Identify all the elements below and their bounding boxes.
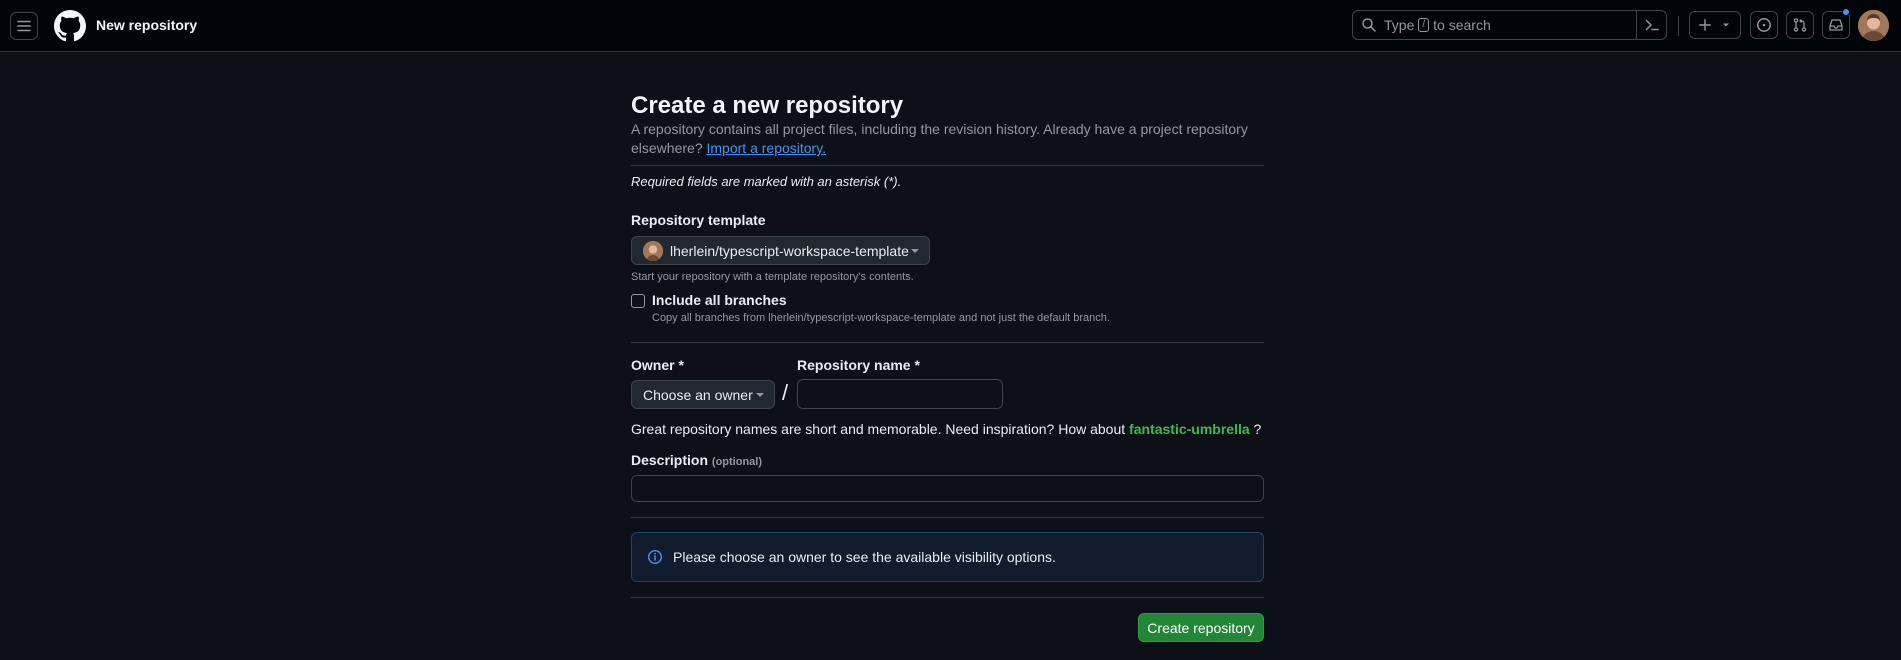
- suggestion-end: ?: [1253, 421, 1262, 437]
- issues-button[interactable]: [1750, 11, 1778, 39]
- chevron-down-icon: [756, 392, 764, 397]
- pull-requests-button[interactable]: [1786, 11, 1814, 39]
- include-all-branches-checkbox[interactable]: [631, 294, 645, 308]
- form-title: Create a new repository: [631, 92, 904, 119]
- visibility-notice: Please choose an owner to see the availa…: [631, 532, 1264, 582]
- suggested-name[interactable]: fantastic-umbrella: [1129, 421, 1250, 437]
- template-select[interactable]: lherlein/typescript-workspace-template: [631, 236, 930, 265]
- search-prefix: Type: [1384, 17, 1415, 33]
- issue-opened-icon: [1757, 18, 1771, 32]
- description-label: Description (optional): [631, 452, 762, 468]
- template-label: Repository template: [631, 212, 766, 228]
- chevron-down-icon: [911, 248, 919, 253]
- search-input[interactable]: Type / to search: [1352, 10, 1667, 40]
- search-suffix: to search: [1433, 17, 1491, 33]
- plus-icon: [1699, 19, 1711, 31]
- owner-avatar-icon: [643, 240, 663, 261]
- notification-indicator: [1842, 8, 1850, 16]
- avatar[interactable]: [1858, 10, 1889, 41]
- description-input[interactable]: [631, 475, 1264, 502]
- owner-value: Choose an owner: [643, 386, 753, 403]
- optional-tag: (optional): [711, 456, 763, 468]
- divider: [631, 597, 1264, 598]
- form-intro: A repository contains all project files,…: [631, 120, 1251, 158]
- owner-label: Owner *: [631, 357, 684, 373]
- owner-select[interactable]: Choose an owner: [631, 380, 775, 409]
- menu-button[interactable]: [10, 12, 38, 40]
- name-suggestion: Great repository names are short and mem…: [631, 421, 1261, 437]
- owner-name-separator: /: [782, 380, 789, 405]
- description-label-text: Description: [631, 452, 709, 468]
- search-placeholder: Type / to search: [1384, 17, 1491, 33]
- inbox-icon: [1829, 19, 1843, 31]
- divider: [631, 517, 1264, 518]
- import-repository-link[interactable]: Import a repository.: [707, 140, 827, 156]
- github-logo-icon[interactable]: [54, 10, 86, 42]
- template-hint: Start your repository with a template re…: [631, 271, 914, 283]
- include-all-branches-label: Include all branches: [652, 292, 787, 308]
- include-all-branches-hint: Copy all branches from lherlein/typescri…: [652, 312, 1110, 324]
- required-fields-note: Required fields are marked with an aster…: [631, 174, 902, 189]
- user-avatar-icon: [1858, 10, 1889, 41]
- repository-name-label: Repository name *: [797, 357, 920, 373]
- divider: [631, 165, 1264, 166]
- command-palette-button[interactable]: [1636, 11, 1666, 39]
- create-new-button[interactable]: [1689, 11, 1741, 39]
- header-divider: [1678, 16, 1679, 36]
- search-shortcut-key: /: [1418, 18, 1430, 32]
- divider: [631, 342, 1264, 343]
- visibility-notice-text: Please choose an owner to see the availa…: [673, 549, 1056, 565]
- suggestion-text: Great repository names are short and mem…: [631, 421, 1126, 437]
- template-value: lherlein/typescript-workspace-template: [670, 242, 909, 259]
- repository-name-input[interactable]: [797, 379, 1003, 409]
- global-header: New repository Type / to search: [0, 0, 1901, 52]
- create-repository-button[interactable]: Create repository: [1138, 613, 1264, 642]
- hamburger-icon: [17, 20, 31, 32]
- template-owner-avatar: [643, 240, 663, 261]
- git-pull-request-icon: [1793, 18, 1807, 32]
- page-title: New repository: [96, 17, 198, 33]
- info-icon: [647, 549, 663, 565]
- search-icon: [1362, 18, 1376, 32]
- triangle-down-icon: [1723, 23, 1729, 27]
- terminal-icon: [1645, 19, 1659, 31]
